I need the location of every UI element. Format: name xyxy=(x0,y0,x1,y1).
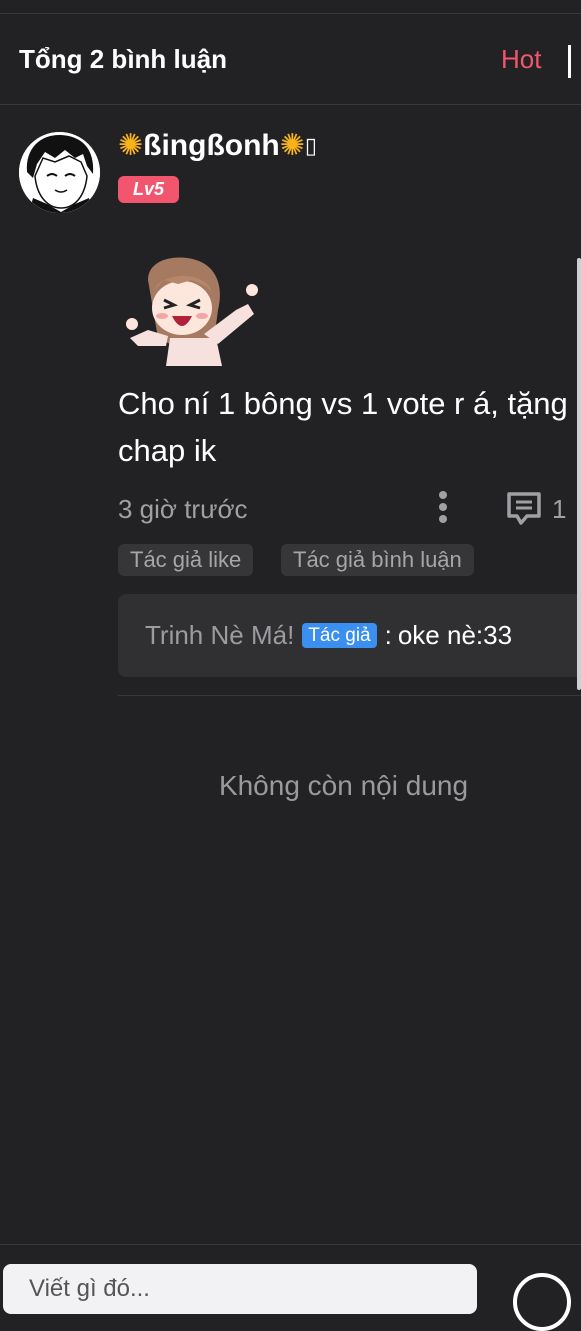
reply-count: 1 xyxy=(552,494,567,524)
comment-count-title: Tổng 2 bình luận xyxy=(19,44,227,74)
author-badge: Tác giả xyxy=(302,623,377,648)
username-trailing-glyph: ▯ xyxy=(304,132,318,158)
author-like-tag: Tác giả like xyxy=(118,544,254,576)
flower-icon: ✺ xyxy=(118,129,144,162)
scrollbar[interactable] xyxy=(577,258,581,690)
reply-text: oke nè:33 xyxy=(397,620,513,650)
comment-divider xyxy=(118,695,581,696)
reply-author[interactable]: Trinh Nè Má! xyxy=(145,620,294,651)
end-of-content-text: Không còn nội dung xyxy=(218,770,469,801)
comment-input[interactable] xyxy=(3,1264,477,1314)
sort-separator xyxy=(568,45,571,78)
reply-separator: : xyxy=(384,620,392,650)
comments-header: Tổng 2 bình luận Hot xyxy=(0,14,581,105)
sticker-image xyxy=(118,250,268,370)
username[interactable]: ✺ ßingßonh ✺ ▯ xyxy=(118,128,317,163)
level-badge: Lv5 xyxy=(118,176,179,203)
send-icon[interactable] xyxy=(513,1273,571,1331)
author-commented-tag: Tác giả bình luận xyxy=(281,544,474,576)
comment-compose-bar xyxy=(0,1244,581,1331)
comment-text: Cho ní 1 bông vs 1 vote r á, tặng chap i… xyxy=(118,386,568,468)
comment-reply-icon[interactable] xyxy=(505,490,543,528)
comment-time: 3 giờ trước xyxy=(118,494,248,524)
username-text: ßingßonh xyxy=(143,128,280,162)
avatar[interactable] xyxy=(19,132,100,213)
more-vertical-icon[interactable] xyxy=(432,490,454,526)
flower-icon: ✺ xyxy=(279,129,305,162)
sort-hot-tab[interactable]: Hot xyxy=(501,44,541,75)
reply-preview[interactable]: Trinh Nè Má! Tác giả : oke nè:33 xyxy=(118,594,581,677)
